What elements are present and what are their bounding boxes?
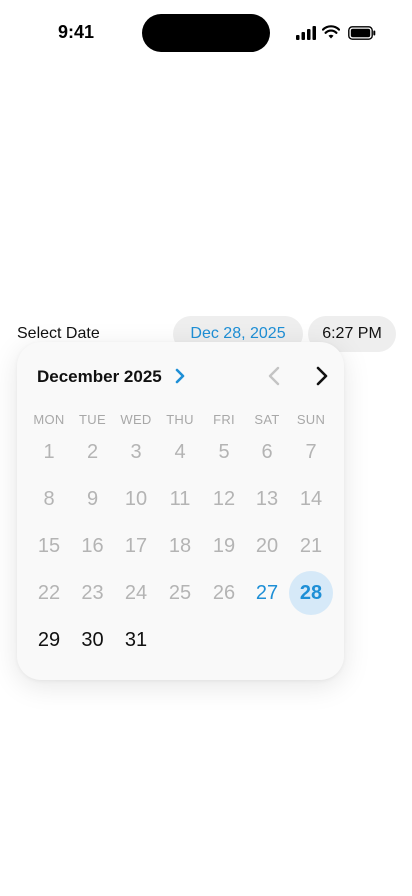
calendar-day: 5 (218, 440, 230, 463)
calendar-day: 23 (81, 581, 104, 604)
wifi-icon (322, 25, 340, 39)
status-bar: 9:41 (0, 0, 412, 60)
weekday-label: MON (33, 412, 65, 427)
calendar-day: 3 (130, 440, 142, 463)
previous-month-button[interactable] (263, 364, 287, 388)
calendar-day: 13 (255, 487, 279, 510)
weekday-label: SUN (296, 412, 326, 427)
dynamic-island (142, 14, 270, 52)
chevron-right-icon[interactable] (174, 368, 186, 384)
calendar-day: 22 (37, 581, 61, 604)
calendar-day[interactable]: 29 (29, 620, 69, 660)
weekday-label: WED (120, 412, 152, 427)
weekday-label: FRI (213, 412, 235, 427)
calendar-day: 15 (37, 534, 61, 557)
weekday-label: THU (166, 412, 194, 427)
calendar-day: 14 (299, 487, 323, 510)
calendar-day: 20 (255, 534, 279, 557)
calendar-day: 4 (174, 440, 186, 463)
calendar-day[interactable]: 30 (73, 620, 113, 660)
battery-icon (348, 26, 376, 40)
calendar-day: 17 (124, 534, 148, 557)
calendar-day: 12 (212, 487, 236, 510)
calendar-day: 25 (168, 581, 192, 604)
calendar-day: 24 (124, 581, 148, 604)
status-time: 9:41 (58, 22, 95, 42)
select-date-label: Select Date (17, 325, 100, 342)
calendar-day: 8 (43, 487, 55, 510)
cellular-signal-icon (296, 26, 316, 40)
calendar-day-today[interactable]: 27 (247, 573, 287, 613)
calendar-day: 21 (299, 534, 323, 557)
weekday-label: TUE (79, 412, 106, 427)
calendar-day: 6 (261, 440, 273, 463)
calendar-day: 2 (86, 440, 99, 463)
weekday-label: SAT (254, 412, 280, 427)
calendar-day: 19 (212, 534, 236, 557)
calendar-popover: December 2025 MON TUE WED THU FRI SAT SU… (17, 342, 344, 680)
calendar-day: 1 (43, 440, 55, 463)
calendar-day: 16 (81, 534, 104, 557)
calendar-day: 26 (212, 581, 236, 604)
calendar-day: 18 (168, 534, 192, 557)
calendar-day-selected[interactable]: 28 (289, 571, 333, 615)
next-month-button[interactable] (309, 364, 333, 388)
calendar-day: 10 (124, 487, 148, 510)
calendar-day: 7 (305, 440, 317, 463)
month-title[interactable]: December 2025 (37, 367, 162, 387)
calendar-day[interactable]: 31 (116, 620, 156, 660)
calendar-day: 9 (86, 487, 99, 510)
calendar-day: 11 (169, 487, 191, 510)
